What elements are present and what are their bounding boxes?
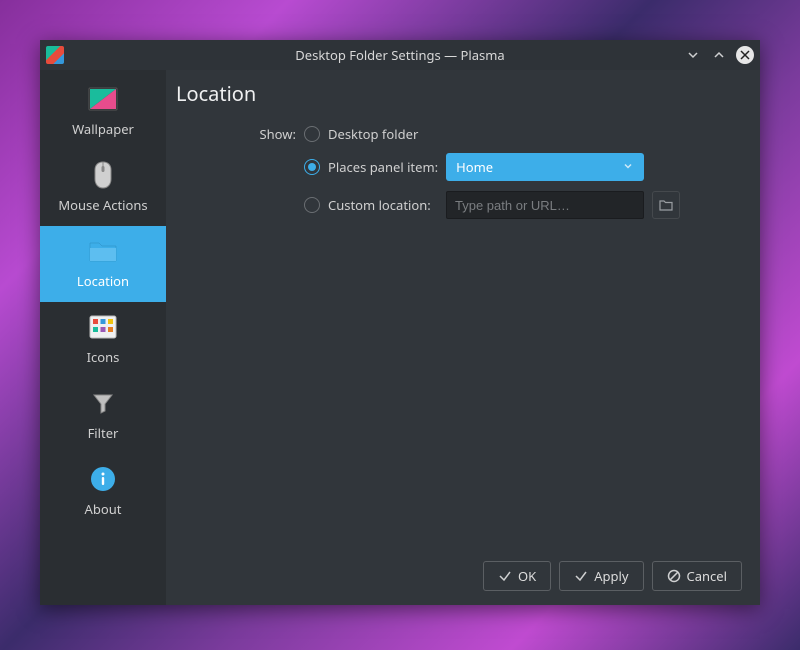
maximize-button[interactable] bbox=[710, 46, 728, 64]
apply-button-label: Apply bbox=[594, 567, 628, 585]
location-form: Show: Desktop folder Places panel item: … bbox=[176, 125, 742, 557]
apply-button[interactable]: Apply bbox=[559, 561, 643, 591]
ok-button-label: OK bbox=[518, 567, 536, 585]
places-combo-value: Home bbox=[456, 158, 493, 176]
radio-custom-location[interactable] bbox=[304, 197, 320, 213]
sidebar-item-label: About bbox=[85, 500, 122, 518]
radio-desktop-folder-label[interactable]: Desktop folder bbox=[328, 125, 438, 143]
sidebar-item-filter[interactable]: Filter bbox=[40, 378, 166, 454]
wallpaper-icon bbox=[88, 84, 118, 114]
minimize-button[interactable] bbox=[684, 46, 702, 64]
titlebar[interactable]: Desktop Folder Settings — Plasma bbox=[40, 40, 760, 70]
dialog-footer: OK Apply Cancel bbox=[176, 557, 742, 591]
sidebar-item-label: Mouse Actions bbox=[58, 196, 147, 214]
folder-icon bbox=[88, 236, 118, 266]
content-pane: Location Show: Desktop folder Places pan… bbox=[166, 70, 760, 605]
icons-icon bbox=[88, 312, 118, 342]
cancel-button[interactable]: Cancel bbox=[652, 561, 742, 591]
cancel-button-label: Cancel bbox=[687, 567, 727, 585]
radio-custom-location-label[interactable]: Custom location: bbox=[328, 196, 438, 214]
mouse-icon bbox=[88, 160, 118, 190]
sidebar-item-label: Wallpaper bbox=[72, 120, 134, 138]
titlebar-controls bbox=[684, 46, 754, 64]
sidebar-item-icons[interactable]: Icons bbox=[40, 302, 166, 378]
sidebar: Wallpaper Mouse Actions Location Icons bbox=[40, 70, 166, 605]
browse-button[interactable] bbox=[652, 191, 680, 219]
row-custom-location: Custom location: bbox=[176, 191, 742, 219]
show-label: Show: bbox=[176, 125, 296, 143]
radio-places-panel[interactable] bbox=[304, 159, 320, 175]
check-icon bbox=[498, 569, 512, 583]
funnel-icon bbox=[88, 388, 118, 418]
custom-location-input[interactable] bbox=[446, 191, 644, 219]
radio-desktop-folder[interactable] bbox=[304, 126, 320, 142]
info-icon bbox=[88, 464, 118, 494]
row-places-panel: Places panel item: Home bbox=[176, 153, 742, 181]
radio-places-panel-label[interactable]: Places panel item: bbox=[328, 158, 438, 176]
page-title: Location bbox=[176, 80, 742, 107]
cancel-icon bbox=[667, 569, 681, 583]
sidebar-item-label: Location bbox=[77, 272, 129, 290]
window-title: Desktop Folder Settings — Plasma bbox=[40, 46, 760, 64]
chevron-down-icon bbox=[622, 158, 634, 176]
sidebar-item-location[interactable]: Location bbox=[40, 226, 166, 302]
settings-window: Desktop Folder Settings — Plasma Wallpap… bbox=[40, 40, 760, 605]
sidebar-item-wallpaper[interactable]: Wallpaper bbox=[40, 74, 166, 150]
check-icon bbox=[574, 569, 588, 583]
close-button[interactable] bbox=[736, 46, 754, 64]
sidebar-item-mouse-actions[interactable]: Mouse Actions bbox=[40, 150, 166, 226]
sidebar-item-label: Icons bbox=[87, 348, 120, 366]
window-body: Wallpaper Mouse Actions Location Icons bbox=[40, 70, 760, 605]
sidebar-item-about[interactable]: About bbox=[40, 454, 166, 530]
ok-button[interactable]: OK bbox=[483, 561, 551, 591]
app-icon bbox=[46, 46, 64, 64]
folder-open-icon bbox=[659, 199, 673, 211]
row-desktop-folder: Show: Desktop folder bbox=[176, 125, 742, 143]
sidebar-item-label: Filter bbox=[88, 424, 119, 442]
places-combo[interactable]: Home bbox=[446, 153, 644, 181]
